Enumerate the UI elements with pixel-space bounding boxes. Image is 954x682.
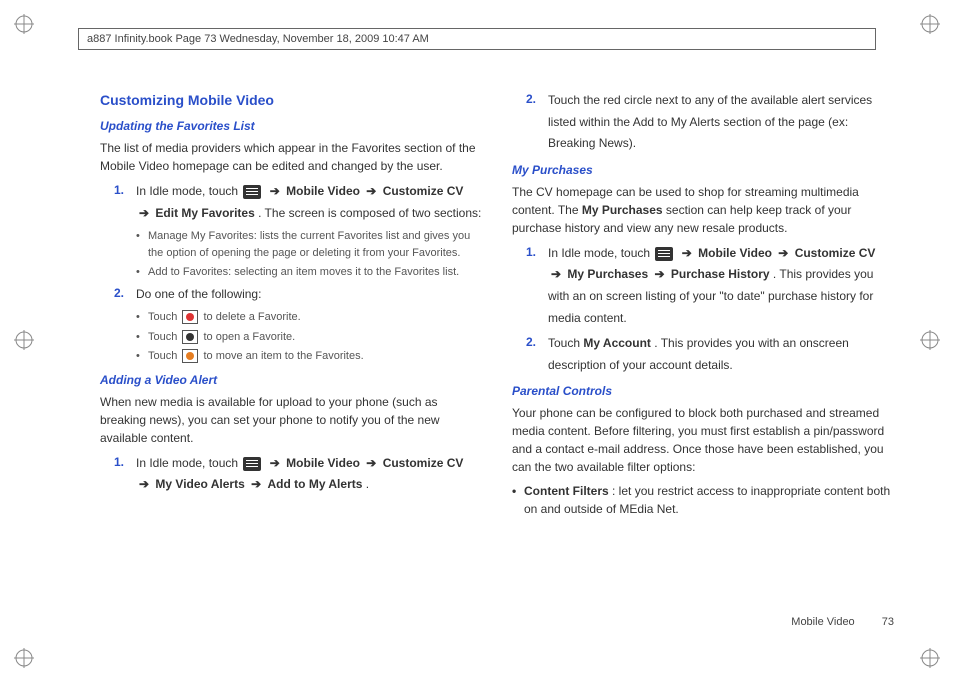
text-run: Touch — [148, 331, 180, 343]
step-item: 1. In Idle mode, touch ➔ Mobile Video ➔ … — [526, 243, 894, 329]
text-run: In Idle mode, touch — [136, 456, 241, 470]
step-number: 2. — [526, 333, 548, 376]
page-footer: Mobile Video 73 — [791, 616, 894, 628]
subsection-heading: Updating the Favorites List — [100, 117, 482, 135]
crop-mark-icon — [920, 330, 940, 350]
bullet-item: • Touch to open a Favorite. — [136, 329, 482, 346]
subsection-heading: Adding a Video Alert — [100, 371, 482, 389]
bold-text: Customize CV — [383, 456, 464, 470]
bullet-text: Touch to delete a Favorite. — [148, 309, 482, 326]
text-run: . — [366, 477, 369, 491]
bullet-text: Content Filters : let you restrict acces… — [524, 482, 894, 518]
arrow-icon: ➔ — [778, 246, 788, 260]
crop-mark-icon — [14, 330, 34, 350]
page-number: 73 — [882, 616, 894, 628]
left-column: Customizing Mobile Video Updating the Fa… — [100, 90, 482, 632]
step-number: 1. — [114, 181, 136, 224]
text-run: Touch — [548, 336, 583, 350]
bold-text: My Purchases — [567, 267, 651, 281]
text-run: Touch — [148, 311, 180, 323]
bullet-item: •Add to Favorites: selecting an item mov… — [136, 264, 482, 281]
crop-mark-icon — [14, 14, 34, 34]
bold-text: Customize CV — [383, 184, 464, 198]
text-run: In Idle mode, touch — [548, 246, 653, 260]
crop-mark-icon — [920, 648, 940, 668]
bullet-text: Add to Favorites: selecting an item move… — [148, 264, 482, 281]
body-text: The CV homepage can be used to shop for … — [512, 183, 894, 237]
step-text: Touch the red circle next to any of the … — [548, 90, 894, 155]
arrow-icon: ➔ — [139, 206, 149, 220]
bold-text: Content Filters — [524, 484, 609, 498]
text-run: to open a Favorite. — [203, 331, 295, 343]
step-number: 1. — [114, 453, 136, 496]
crop-mark-icon — [920, 14, 940, 34]
step-item: 2. Touch My Account . This provides you … — [526, 333, 894, 376]
crop-mark-icon — [14, 648, 34, 668]
bold-text: My Purchases — [582, 203, 663, 217]
bullet-item: •Manage My Favorites: lists the current … — [136, 228, 482, 261]
step-number: 2. — [114, 284, 136, 306]
print-header: a887 Infinity.book Page 73 Wednesday, No… — [78, 28, 876, 50]
arrow-icon: ➔ — [366, 456, 376, 470]
footer-label: Mobile Video — [791, 616, 854, 628]
bold-text: Edit My Favorites — [155, 206, 254, 220]
open-icon — [182, 330, 198, 344]
text-run: to delete a Favorite. — [203, 311, 300, 323]
bold-text: Mobile Video — [286, 456, 363, 470]
step-number: 2. — [526, 90, 548, 155]
bullet-text: Touch to move an item to the Favorites. — [148, 348, 482, 365]
bullet-item: • Content Filters : let you restrict acc… — [512, 482, 894, 518]
arrow-icon: ➔ — [682, 246, 692, 260]
menu-icon — [655, 247, 673, 261]
section-heading: Customizing Mobile Video — [100, 90, 482, 111]
bullet-item: • Touch to delete a Favorite. — [136, 309, 482, 326]
step-item: 1. In Idle mode, touch ➔ Mobile Video ➔ … — [114, 453, 482, 496]
delete-icon — [182, 310, 198, 324]
move-icon — [182, 349, 198, 363]
bold-text: My Video Alerts — [155, 477, 248, 491]
bullet-text: Touch to open a Favorite. — [148, 329, 482, 346]
text-run: In Idle mode, touch — [136, 184, 241, 198]
subsection-heading: My Purchases — [512, 161, 894, 179]
arrow-icon: ➔ — [270, 184, 280, 198]
bold-text: Mobile Video — [286, 184, 363, 198]
bold-text: Purchase History — [671, 267, 770, 281]
body-text: Your phone can be configured to block bo… — [512, 404, 894, 476]
arrow-icon: ➔ — [551, 267, 561, 281]
step-text: In Idle mode, touch ➔ Mobile Video ➔ Cus… — [548, 243, 894, 329]
arrow-icon: ➔ — [270, 456, 280, 470]
arrow-icon: ➔ — [366, 184, 376, 198]
step-number: 1. — [526, 243, 548, 329]
step-text: In Idle mode, touch ➔ Mobile Video ➔ Cus… — [136, 181, 482, 224]
arrow-icon: ➔ — [251, 477, 261, 491]
menu-icon — [243, 185, 261, 199]
subsection-heading: Parental Controls — [512, 382, 894, 400]
text-run: to move an item to the Favorites. — [203, 350, 363, 362]
arrow-icon: ➔ — [139, 477, 149, 491]
step-text: In Idle mode, touch ➔ Mobile Video ➔ Cus… — [136, 453, 482, 496]
bold-text: Add to My Alerts — [268, 477, 363, 491]
step-item: 2. Do one of the following: — [114, 284, 482, 306]
bullet-text: Manage My Favorites: lists the current F… — [148, 228, 482, 261]
text-run: . The screen is composed of two sections… — [258, 206, 481, 220]
bold-text: Mobile Video — [698, 246, 775, 260]
bullet-item: • Touch to move an item to the Favorites… — [136, 348, 482, 365]
body-text: The list of media providers which appear… — [100, 139, 482, 175]
text-run: Touch — [148, 350, 180, 362]
menu-icon — [243, 457, 261, 471]
bold-text: My Account — [583, 336, 651, 350]
step-text: Do one of the following: — [136, 284, 482, 306]
step-item: 2. Touch the red circle next to any of t… — [526, 90, 894, 155]
step-text: Touch My Account . This provides you wit… — [548, 333, 894, 376]
bold-text: Customize CV — [795, 246, 876, 260]
step-item: 1. In Idle mode, touch ➔ Mobile Video ➔ … — [114, 181, 482, 224]
page-content: Customizing Mobile Video Updating the Fa… — [100, 90, 894, 632]
body-text: When new media is available for upload t… — [100, 393, 482, 447]
right-column: 2. Touch the red circle next to any of t… — [512, 90, 894, 632]
arrow-icon: ➔ — [654, 267, 664, 281]
